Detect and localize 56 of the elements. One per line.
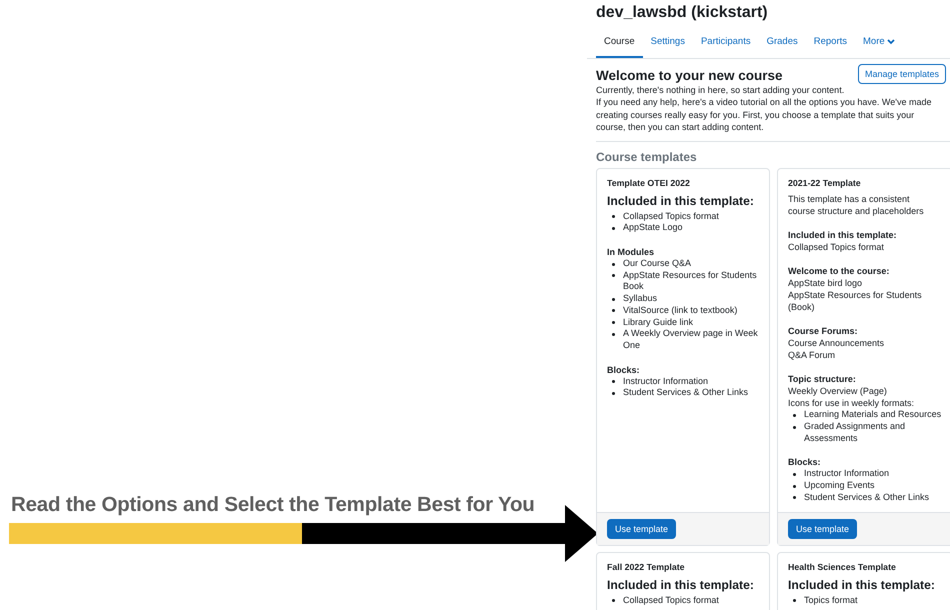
nav-tab[interactable]: More: [855, 31, 903, 58]
list-item: AppState Logo: [612, 222, 759, 234]
list-item: Instructor Information: [793, 468, 942, 480]
list-item: AppState Resources for Students Book: [612, 270, 759, 294]
welcome-text: Currently, there's nothing in here, so start adding your content.: [596, 84, 846, 96]
item-text: Collapsed Topics format: [788, 241, 885, 254]
list-item: Instructor Information: [612, 376, 759, 388]
nav-tab[interactable]: Participants: [692, 31, 759, 58]
list-item: Collapsed Topics format: [612, 594, 759, 606]
section-label: Course Forums:: [788, 325, 859, 338]
section-label: In Modules: [607, 246, 655, 258]
card-title: Fall 2022 Template: [607, 562, 686, 572]
section-heading: Included in this template:: [607, 194, 755, 208]
section-label: Topic structure:: [788, 373, 857, 386]
section-heading: Included in this template:: [607, 578, 755, 592]
card-title: Template OTEI 2022: [607, 178, 691, 188]
welcome-text: If you need any help, here's a video tutorial on all the options you have. We've made creating courses really easy for you. First, you choose a template that suits your course, then you can start adding content.: [596, 96, 932, 134]
list-item: Collapsed Topics format: [612, 210, 759, 222]
card-title: 2021-22 Template: [788, 178, 862, 188]
nav-tab[interactable]: Settings: [642, 31, 693, 58]
section-label: Welcome to the course:: [788, 265, 890, 278]
nav-tab[interactable]: Course: [596, 31, 643, 58]
use-template-button[interactable]: Use template: [607, 518, 676, 539]
description-text: This template has a consistent: [788, 194, 911, 206]
item-text: Weekly Overview (Page): [788, 385, 888, 398]
item-text: AppState Resources for Students (Book): [788, 289, 923, 314]
list-item: Syllabus: [612, 293, 759, 305]
course-title: dev_lawsbd (kickstart): [596, 4, 769, 23]
welcome-heading: Welcome to your new course: [596, 68, 783, 83]
item-text: Q&A Forum: [788, 349, 836, 362]
item-text: Course Announcements: [788, 337, 886, 350]
annotation-text: Read the Options and Select the Template Best for You: [11, 493, 536, 517]
item-text: AppState bird logo: [788, 277, 864, 290]
use-template-button[interactable]: Use template: [788, 518, 858, 539]
list-item: VitalSource (link to textbook): [612, 304, 759, 317]
card-title: Health Sciences Template: [788, 562, 897, 572]
list-item: Graded Assignments and Assessments: [793, 421, 942, 444]
list-item: Student Services & Other Links: [612, 387, 759, 400]
list-item: A Weekly Overview page in Week One: [612, 328, 759, 352]
item-text: course structure and placeholders: [788, 205, 925, 218]
section-label: Included in this template:: [788, 229, 898, 242]
list-item: Library Guide link: [612, 316, 759, 328]
chevron-down-icon: [886, 38, 895, 44]
list-item: Our Course Q&A: [612, 258, 759, 270]
nav-tab[interactable]: Reports: [806, 31, 856, 58]
list-item: Student Services & Other Links: [793, 492, 942, 504]
list-item: Topics format: [793, 594, 942, 606]
list-item: Learning Materials and Resources: [793, 409, 942, 422]
section-label: Blocks:: [607, 364, 641, 376]
manage-templates-button[interactable]: Manage templates: [858, 64, 946, 84]
nav-tab[interactable]: Grades: [758, 31, 806, 58]
item-text: Icons for use in weekly formats:: [788, 397, 916, 410]
section-label: Blocks:: [788, 456, 822, 468]
list-item: Upcoming Events: [793, 480, 942, 492]
section-heading: Included in this template:: [788, 578, 936, 592]
section-title: Course templates: [596, 150, 698, 164]
